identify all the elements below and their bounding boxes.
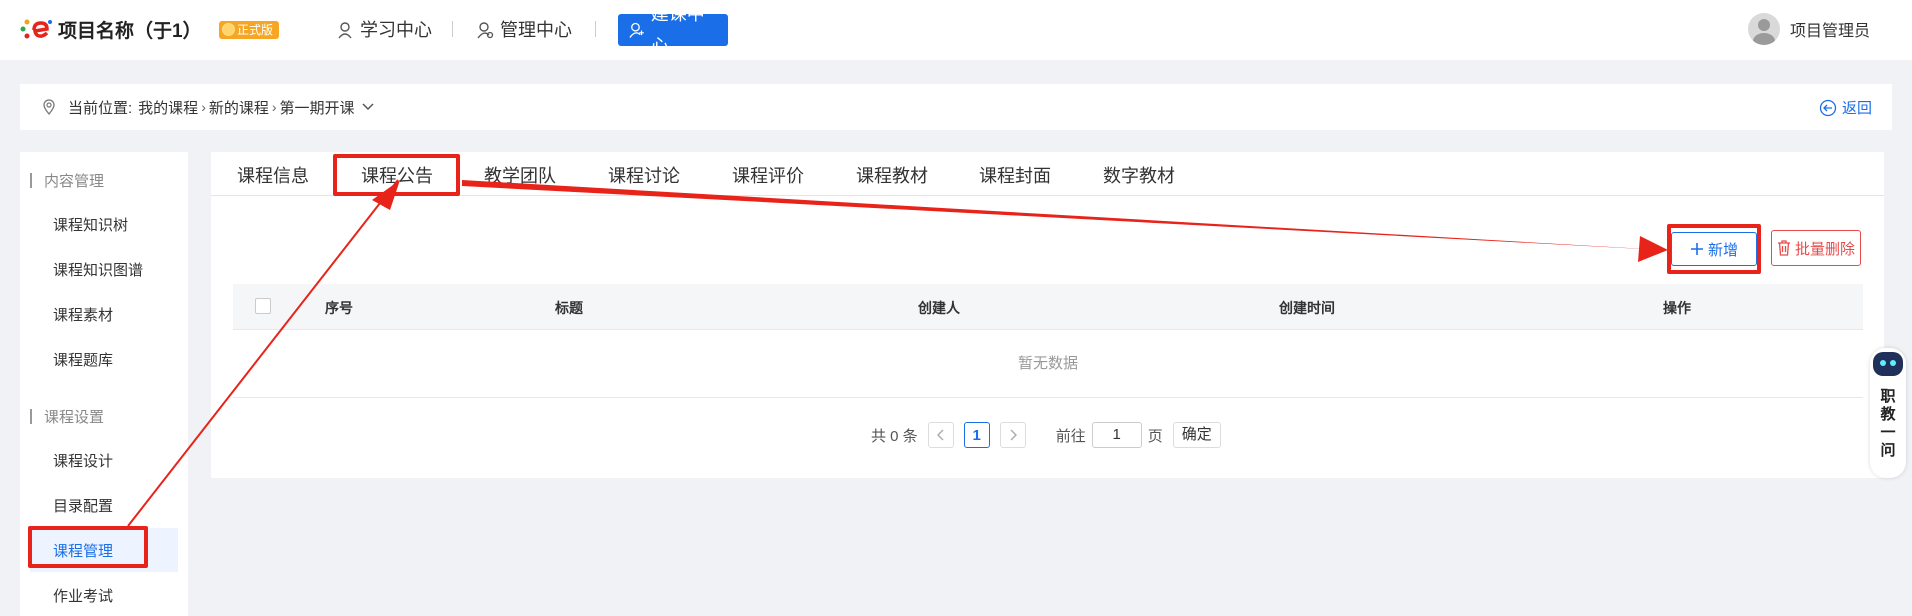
table-empty-state: 暂无数据 xyxy=(233,330,1863,398)
nav-management-center[interactable]: 管理中心 xyxy=(466,14,582,46)
tab-teaching-team[interactable]: 教学团队 xyxy=(484,162,556,188)
next-page-button[interactable] xyxy=(999,422,1026,448)
assistant-label: 职 教 一 问 xyxy=(1880,388,1896,459)
manage-user-icon xyxy=(477,22,494,39)
learning-icon xyxy=(338,22,352,39)
annotation-box-add-button xyxy=(1667,224,1761,274)
nav-divider xyxy=(452,21,453,37)
total-count: 共 0 条 xyxy=(871,427,918,445)
app-logo-icon xyxy=(20,19,52,39)
sidebar-group-content: 内容管理 xyxy=(30,170,104,191)
sidebar-item-knowledge-tree[interactable]: 课程知识树 xyxy=(53,214,128,235)
sidebar-item-homework-exam[interactable]: 作业考试 xyxy=(53,585,113,606)
breadcrumb-prefix: 当前位置: xyxy=(68,99,133,117)
nav-course-build-center[interactable]: 建课中心 xyxy=(618,4,728,56)
tab-digital-textbook[interactable]: 数字教材 xyxy=(1103,162,1175,188)
goto-label: 前往 xyxy=(1055,427,1086,445)
back-button[interactable]: 返回 xyxy=(1819,97,1872,118)
top-bar: 项目名称（于1） 正式版 学习中心 管理中心 建课中心 项目管理员 xyxy=(0,0,1912,60)
avatar xyxy=(1747,13,1780,45)
ai-assistant-widget[interactable]: 职 教 一 问 xyxy=(1870,348,1906,478)
column-actions: 操作 xyxy=(1663,300,1691,316)
breadcrumb-item[interactable]: 第一期开课 xyxy=(280,97,355,118)
pagination: 共 0 条 1 前往 1 页 确定 xyxy=(871,422,1221,448)
tab-course-cover[interactable]: 课程封面 xyxy=(979,162,1051,188)
user-menu[interactable]: 项目管理员 xyxy=(1747,13,1870,45)
column-creator: 创建人 xyxy=(918,300,960,316)
tab-course-textbook[interactable]: 课程教材 xyxy=(856,162,928,188)
tab-bar: 课程信息 课程公告 教学团队 课程讨论 课程评价 课程教材 课程封面 数字教材 xyxy=(211,152,1884,196)
tab-course-info[interactable]: 课程信息 xyxy=(237,162,309,188)
main-panel: 课程信息 课程公告 教学团队 课程讨论 课程评价 课程教材 课程封面 数字教材 … xyxy=(211,152,1884,478)
sidebar-group-settings: 课程设置 xyxy=(30,406,104,427)
sidebar-item-catalog-config[interactable]: 目录配置 xyxy=(53,495,113,516)
sidebar-item-course-design[interactable]: 课程设计 xyxy=(53,450,113,471)
user-name: 项目管理员 xyxy=(1789,23,1870,40)
tab-course-discussion[interactable]: 课程讨论 xyxy=(608,162,680,188)
breadcrumb-separator-icon: › xyxy=(271,99,277,115)
column-index: 序号 xyxy=(325,300,353,316)
breadcrumb-separator-icon: › xyxy=(201,99,206,115)
breadcrumb-item[interactable]: 新的课程 xyxy=(209,97,269,118)
goto-confirm-button[interactable]: 确定 xyxy=(1172,422,1221,448)
breadcrumb: 当前位置: 我的课程 › 新的课程 › 第一期开课 返回 xyxy=(20,84,1892,130)
chevron-left-icon xyxy=(936,429,944,441)
sidebar-item-knowledge-graph[interactable]: 课程知识图谱 xyxy=(53,259,143,280)
annotation-box-course-management xyxy=(28,526,148,568)
tab-course-evaluation[interactable]: 课程评价 xyxy=(732,162,804,188)
column-created-time: 创建时间 xyxy=(1279,300,1335,316)
chevron-down-icon[interactable] xyxy=(361,102,375,112)
chevron-right-icon xyxy=(1010,429,1017,441)
edition-badge: 正式版 xyxy=(219,21,280,39)
column-title: 标题 xyxy=(555,300,583,316)
sidebar-item-question-bank[interactable]: 课程题库 xyxy=(53,349,113,370)
prev-page-button[interactable] xyxy=(927,422,954,448)
table-header: 序号 标题 创建人 创建时间 操作 xyxy=(233,284,1863,330)
nav-divider xyxy=(595,21,596,37)
batch-delete-button[interactable]: 批量删除 xyxy=(1771,230,1861,266)
select-all-checkbox[interactable] xyxy=(255,298,271,314)
back-arrow-icon xyxy=(1819,99,1837,116)
robot-icon xyxy=(1873,352,1903,376)
breadcrumb-item[interactable]: 我的课程 xyxy=(138,97,198,118)
goto-page-input[interactable]: 1 xyxy=(1091,422,1142,448)
nav-learning-center[interactable]: 学习中心 xyxy=(326,14,442,46)
sidebar-item-materials[interactable]: 课程素材 xyxy=(53,304,113,325)
annotation-box-announcement-tab xyxy=(333,154,460,196)
page-unit: 页 xyxy=(1147,427,1163,445)
medal-icon xyxy=(222,23,235,36)
page-number[interactable]: 1 xyxy=(963,422,990,448)
trash-icon xyxy=(1777,240,1790,256)
project-title: 项目名称（于1） xyxy=(58,21,202,42)
location-icon xyxy=(43,99,55,116)
build-user-icon xyxy=(629,22,644,38)
